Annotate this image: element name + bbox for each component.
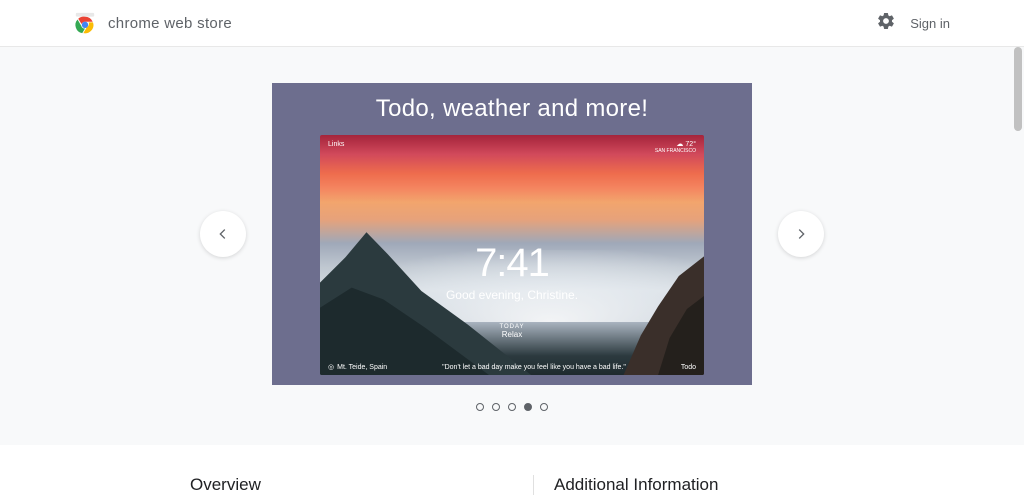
preview-links-label: Links bbox=[328, 141, 344, 154]
chrome-web-store-logo-icon[interactable] bbox=[74, 12, 96, 34]
slide-headline: Todo, weather and more! bbox=[376, 95, 648, 123]
chevron-right-icon bbox=[793, 226, 809, 242]
additional-info-column: Additional Information bbox=[534, 475, 834, 495]
carousel: Todo, weather and more! Links ☁ 72° bbox=[0, 83, 1024, 385]
preview-location: SAN FRANCISCO bbox=[655, 149, 696, 155]
overview-heading: Overview bbox=[190, 475, 513, 495]
carousel-dots bbox=[0, 403, 1024, 411]
carousel-dot[interactable] bbox=[492, 403, 500, 411]
chevron-left-icon bbox=[215, 226, 231, 242]
carousel-prev-button[interactable] bbox=[200, 211, 246, 257]
carousel-dot[interactable] bbox=[540, 403, 548, 411]
slide-preview: Links ☁ 72° SAN FRANCISCO 7:41 Good even… bbox=[320, 135, 704, 375]
carousel-dot[interactable] bbox=[508, 403, 516, 411]
additional-info-heading: Additional Information bbox=[554, 475, 814, 495]
header-right: Sign in bbox=[876, 11, 1000, 36]
gallery-section: Todo, weather and more! Links ☁ 72° bbox=[0, 47, 1024, 445]
details-row: Overview Additional Information bbox=[190, 445, 834, 495]
scrollbar[interactable] bbox=[1008, 47, 1024, 500]
preview-photo-credit: Mt. Teide, Spain bbox=[337, 364, 387, 371]
scrollbar-thumb[interactable] bbox=[1014, 47, 1022, 131]
carousel-dot[interactable] bbox=[524, 403, 532, 411]
preview-today: TODAY Relax bbox=[320, 324, 704, 339]
preview-weather: ☁ 72° SAN FRANCISCO bbox=[655, 141, 696, 154]
preview-center: 7:41 Good evening, Christine. bbox=[320, 241, 704, 302]
carousel-next-button[interactable] bbox=[778, 211, 824, 257]
preview-top-row: Links ☁ 72° SAN FRANCISCO bbox=[328, 141, 696, 154]
preview-brand: Todo bbox=[681, 364, 696, 371]
preview-time: 7:41 bbox=[320, 241, 704, 286]
sign-in-link[interactable]: Sign in bbox=[910, 16, 950, 31]
preview-bottom-row: ◎ Mt. Teide, Spain "Don't let a bad day … bbox=[328, 363, 696, 371]
preview-greeting: Good evening, Christine. bbox=[320, 288, 704, 302]
carousel-dot[interactable] bbox=[476, 403, 484, 411]
header-left: chrome web store bbox=[74, 12, 232, 34]
overview-column: Overview bbox=[190, 475, 534, 495]
header: chrome web store Sign in bbox=[0, 0, 1024, 47]
camera-icon: ◎ bbox=[328, 363, 334, 371]
store-title[interactable]: chrome web store bbox=[108, 15, 232, 32]
preview-today-value: Relax bbox=[320, 330, 704, 339]
preview-quote: "Don't let a bad day make you feel like … bbox=[387, 364, 681, 371]
carousel-slide: Todo, weather and more! Links ☁ 72° bbox=[272, 83, 752, 385]
gear-icon[interactable] bbox=[876, 11, 896, 36]
